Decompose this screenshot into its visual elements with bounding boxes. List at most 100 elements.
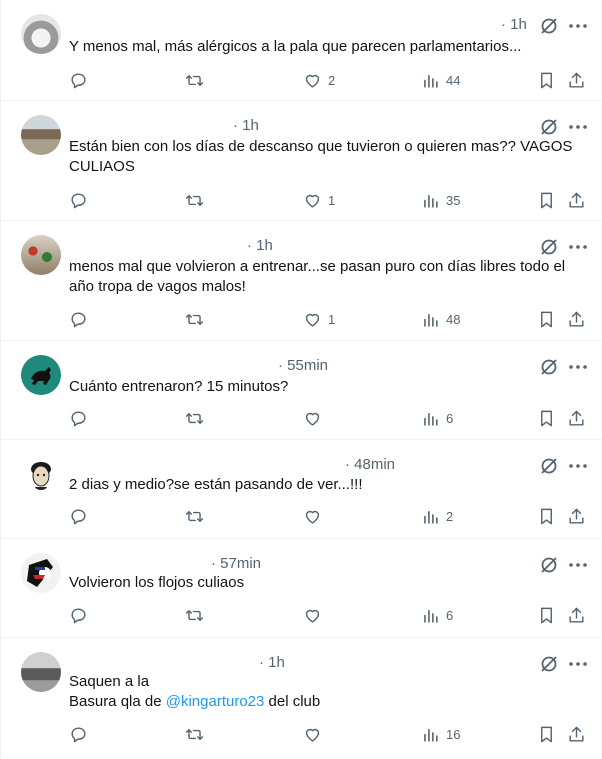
like-button[interactable] — [303, 504, 322, 528]
views-count: 6 — [446, 410, 454, 426]
reply-button[interactable] — [69, 603, 88, 627]
avatar[interactable] — [21, 652, 61, 692]
bookmark-button[interactable] — [537, 68, 556, 92]
mention-link[interactable]: @kingarturo23 — [166, 693, 265, 710]
reply-post[interactable]: · 1h Están bien con los días de descanso… — [1, 101, 602, 221]
retweet-button[interactable] — [185, 603, 204, 627]
views-button[interactable]: 6 — [421, 603, 453, 627]
share-button[interactable] — [567, 504, 586, 528]
avatar[interactable] — [21, 115, 61, 155]
like-count: 1 — [328, 311, 336, 327]
views-button[interactable]: 48 — [421, 307, 460, 331]
action-bar: 1 48 — [65, 307, 595, 331]
like-button[interactable]: 1 — [303, 307, 335, 331]
bookmark-icon — [541, 726, 552, 742]
share-button[interactable] — [567, 188, 586, 212]
reply-button[interactable] — [69, 722, 88, 746]
bookmark-button[interactable] — [537, 188, 556, 212]
post-text-body: Saquen a la Basura qla de — [69, 673, 162, 710]
post-timestamp[interactable]: · 1h — [501, 16, 527, 33]
avatar-silhouette — [31, 367, 51, 385]
avatar[interactable] — [21, 553, 61, 593]
retweet-icon — [185, 609, 204, 621]
share-button[interactable] — [567, 68, 586, 92]
post-timestamp[interactable]: · 1h — [259, 654, 285, 671]
reply-button[interactable] — [69, 188, 88, 212]
reply-button[interactable] — [69, 68, 88, 92]
share-button[interactable] — [567, 406, 586, 430]
post-timestamp[interactable]: · 1h — [247, 237, 273, 254]
views-button[interactable]: 6 — [421, 406, 453, 430]
grok-icon[interactable] — [539, 117, 559, 137]
retweet-icon — [185, 313, 204, 325]
grok-icon[interactable] — [539, 654, 559, 674]
avatar-portrait — [31, 462, 51, 490]
like-button[interactable] — [303, 722, 322, 746]
more-icon[interactable] — [567, 555, 589, 575]
bookmark-button[interactable] — [537, 406, 556, 430]
post-text: menos mal que volvieron a entrenar...se … — [69, 257, 583, 297]
reply-post[interactable]: · 48min 2 dias y medio?se están pasando … — [1, 440, 602, 539]
reply-post[interactable]: · 1h Y menos mal, más alérgicos a la pal… — [1, 0, 602, 101]
avatar[interactable] — [21, 14, 61, 54]
share-button[interactable] — [567, 603, 586, 627]
views-count: 2 — [446, 508, 454, 524]
reply-post[interactable]: · 55min Cuánto entrenaron? 15 minutos? 6 — [1, 341, 602, 440]
retweet-button[interactable] — [185, 722, 204, 746]
avatar[interactable] — [21, 355, 61, 395]
retweet-button[interactable] — [185, 406, 204, 430]
share-button[interactable] — [567, 722, 586, 746]
retweet-button[interactable] — [185, 188, 204, 212]
grok-icon[interactable] — [539, 456, 559, 476]
share-icon — [569, 72, 584, 88]
bookmark-button[interactable] — [537, 603, 556, 627]
views-button[interactable]: 2 — [421, 504, 453, 528]
grok-icon[interactable] — [539, 555, 559, 575]
retweet-button[interactable] — [185, 307, 204, 331]
views-button[interactable]: 16 — [421, 722, 460, 746]
bookmark-button[interactable] — [537, 307, 556, 331]
avatar[interactable] — [21, 454, 61, 494]
bookmark-button[interactable] — [537, 722, 556, 746]
grok-icon[interactable] — [539, 237, 559, 257]
retweet-icon — [185, 510, 204, 522]
more-icon[interactable] — [567, 117, 589, 137]
post-text-body: Y menos mal, más alérgicos a la pala que… — [69, 38, 522, 55]
post-timestamp[interactable]: · 48min — [345, 456, 395, 473]
more-icon[interactable] — [567, 654, 589, 674]
avatar[interactable] — [21, 235, 61, 275]
like-button[interactable]: 1 — [303, 188, 335, 212]
like-count: 1 — [328, 192, 336, 208]
reply-icon — [71, 72, 86, 88]
reply-button[interactable] — [69, 307, 88, 331]
like-button[interactable]: 2 — [303, 68, 335, 92]
reply-icon — [71, 726, 86, 742]
post-timestamp[interactable]: · 55min — [278, 357, 328, 374]
reply-button[interactable] — [69, 406, 88, 430]
bookmark-button[interactable] — [537, 504, 556, 528]
reply-post[interactable]: · 57min Volvieron los flojos culiaos 6 — [1, 539, 602, 638]
like-button[interactable] — [303, 603, 322, 627]
more-icon[interactable] — [567, 237, 589, 257]
like-button[interactable] — [303, 406, 322, 430]
post-timestamp[interactable]: · 57min — [211, 555, 261, 572]
retweet-button[interactable] — [185, 504, 204, 528]
views-count: 35 — [446, 192, 461, 208]
grok-icon[interactable] — [539, 357, 559, 377]
bookmark-icon — [541, 311, 552, 327]
more-icon[interactable] — [567, 16, 589, 36]
more-icon[interactable] — [567, 357, 589, 377]
views-button[interactable]: 35 — [421, 188, 460, 212]
views-button[interactable]: 44 — [421, 68, 460, 92]
reply-post[interactable]: · 1h menos mal que volvieron a entrenar.… — [1, 221, 602, 341]
reply-button[interactable] — [69, 504, 88, 528]
share-button[interactable] — [567, 307, 586, 331]
post-text: Y menos mal, más alérgicos a la pala que… — [69, 37, 583, 57]
views-icon — [424, 728, 438, 742]
more-icon[interactable] — [567, 456, 589, 476]
retweet-button[interactable] — [185, 68, 204, 92]
reply-post[interactable]: · 1h Saquen a la Basura qla de @kingartu… — [1, 638, 602, 759]
grok-icon[interactable] — [539, 16, 559, 36]
post-text: Volvieron los flojos culiaos — [69, 573, 583, 593]
post-timestamp[interactable]: · 1h — [233, 117, 259, 134]
